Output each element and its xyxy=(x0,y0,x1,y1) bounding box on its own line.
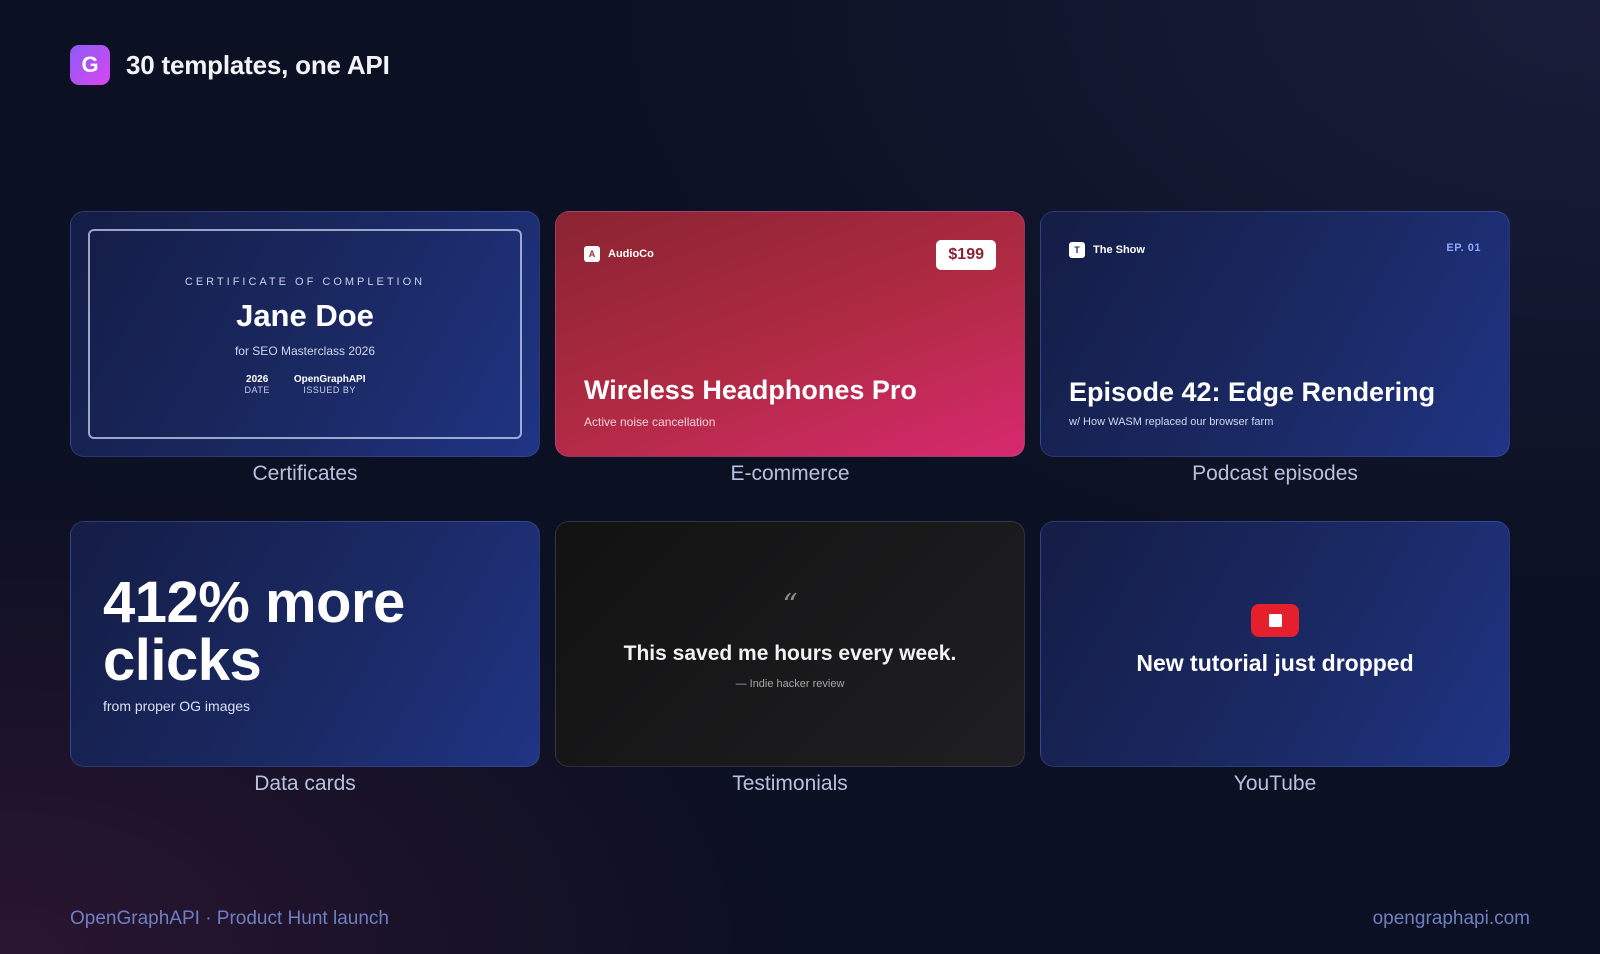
youtube-title: New tutorial just dropped xyxy=(1136,650,1414,676)
template-card-youtube[interactable]: New tutorial just dropped xyxy=(1040,521,1510,767)
caption-podcast: Podcast episodes xyxy=(1192,462,1358,485)
caption-testimonials: Testimonials xyxy=(732,772,848,795)
template-card-ecommerce[interactable]: A AudioCo $199 Wireless Headphones Pro A… xyxy=(555,211,1025,457)
episode-subtitle: w/ How WASM replaced our browser farm xyxy=(1069,416,1274,428)
certificate-course: for SEO Masterclass 2026 xyxy=(234,344,376,358)
ecommerce-brand-name: AudioCo xyxy=(608,248,654,260)
play-button-icon xyxy=(1251,604,1299,637)
data-headline: 412% more clicks xyxy=(103,574,405,690)
footer-tagline: OpenGraphAPI · Product Hunt launch xyxy=(70,908,389,929)
data-headline-line1: 412% more xyxy=(103,570,405,635)
ecommerce-brand: A AudioCo xyxy=(584,246,654,262)
certificate-issuer: OpenGraphAPI ISSUED BY xyxy=(294,374,366,395)
caption-youtube: YouTube xyxy=(1233,772,1317,795)
template-card-testimonial[interactable]: “ This saved me hours every week. — Indi… xyxy=(555,521,1025,767)
episode-tag: EP. 01 xyxy=(1446,242,1481,254)
testimonial-cite: — Indie hacker review xyxy=(735,678,845,690)
data-headline-line2: clicks xyxy=(103,628,262,693)
price-badge: $199 xyxy=(936,240,996,270)
template-card-certificate[interactable]: CERTIFICATE OF COMPLETION Jane Doe for S… xyxy=(70,211,540,457)
brand-logo-icon: G xyxy=(70,45,110,85)
brand-mark-icon: A xyxy=(584,246,600,262)
episode-title: Episode 42: Edge Rendering xyxy=(1069,377,1436,407)
template-card-podcast[interactable]: T The Show EP. 01 Episode 42: Edge Rende… xyxy=(1040,211,1510,457)
certificate-date: 2026 DATE xyxy=(244,374,269,395)
footer-domain[interactable]: opengraphapi.com xyxy=(1373,908,1530,930)
certificate-issuer-label: ISSUED BY xyxy=(303,385,356,395)
caption-certificates: Certificates xyxy=(252,462,358,485)
certificate-date-label: DATE xyxy=(244,385,270,395)
podcast-show-name: The Show xyxy=(1093,244,1145,256)
certificate-recipient: Jane Doe xyxy=(236,298,374,333)
caption-ecommerce: E-commerce xyxy=(730,462,850,485)
template-card-data[interactable]: 412% more clicks from proper OG images xyxy=(70,521,540,767)
show-mark-icon: T xyxy=(1069,242,1085,258)
stop-square-icon xyxy=(1268,614,1282,627)
certificate-date-value: 2026 xyxy=(246,374,269,385)
certificate-meta: 2026 DATE OpenGraphAPI ISSUED BY xyxy=(90,374,520,395)
podcast-brand: T The Show xyxy=(1069,242,1145,258)
certificate-issuer-value: OpenGraphAPI xyxy=(293,374,366,385)
certificate-kicker: CERTIFICATE OF COMPLETION xyxy=(184,276,426,288)
testimonial-quote: This saved me hours every week. xyxy=(623,642,957,665)
certificate-frame: CERTIFICATE OF COMPLETION Jane Doe for S… xyxy=(88,229,522,439)
page-title: 30 templates, one API xyxy=(126,49,390,80)
header: G 30 templates, one API xyxy=(70,45,390,85)
data-subtitle: from proper OG images xyxy=(103,698,251,714)
product-subtitle: Active noise cancellation xyxy=(584,415,716,429)
product-title: Wireless Headphones Pro xyxy=(584,375,917,405)
quote-icon: “ xyxy=(782,588,798,623)
caption-data-cards: Data cards xyxy=(254,772,356,795)
